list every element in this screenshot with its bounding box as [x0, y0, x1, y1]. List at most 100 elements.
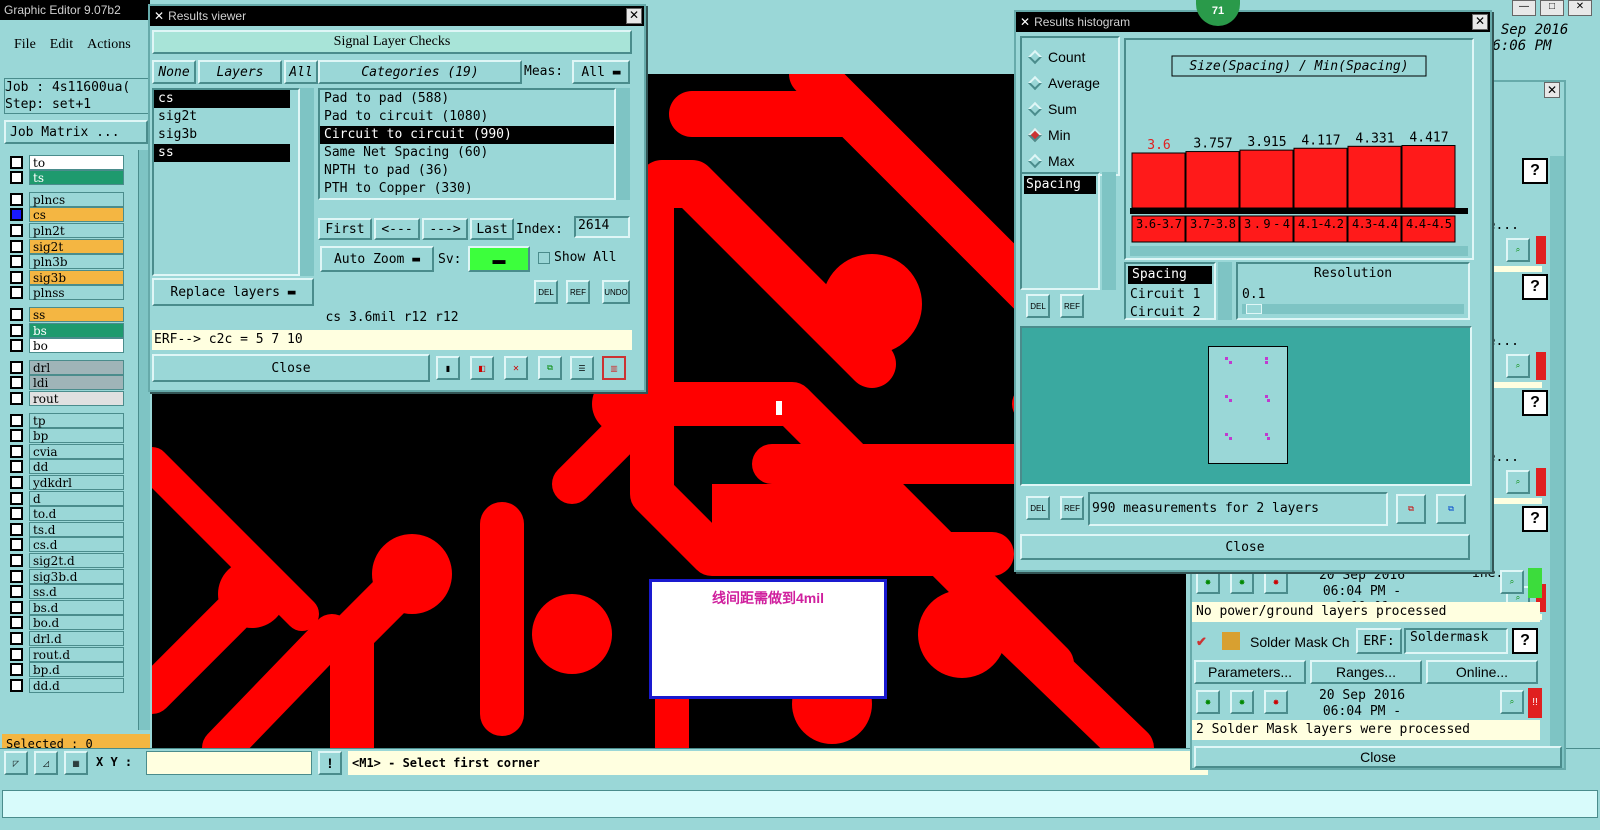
- layer-checkbox[interactable]: [10, 192, 23, 206]
- layer-name[interactable]: tp: [29, 412, 124, 428]
- measure-list[interactable]: Spacing: [1020, 172, 1100, 290]
- layer-name[interactable]: sig3b.d: [29, 568, 124, 584]
- layer-name[interactable]: bs: [29, 322, 124, 338]
- measure-tool-icon[interactable]: ◿: [34, 751, 58, 775]
- layer-row[interactable]: ydkdrl: [10, 474, 124, 490]
- category-list[interactable]: Pad to pad (588) Pad to circuit (1080) Cir…: [318, 88, 616, 200]
- report-icon[interactable]: ▮: [436, 356, 460, 380]
- layer-row[interactable]: bp.d: [10, 662, 124, 678]
- category-item[interactable]: NPTH to pad (36): [320, 162, 614, 180]
- layer-checkbox[interactable]: [10, 522, 23, 536]
- layer-row[interactable]: rout.d: [10, 646, 124, 662]
- job-matrix-button[interactable]: Job Matrix ...: [4, 120, 148, 144]
- layer-row[interactable]: to.d: [10, 506, 124, 522]
- layer-list-scrollbar[interactable]: [300, 88, 314, 276]
- radio-icon[interactable]: [1027, 75, 1043, 91]
- help-button[interactable]: ?: [1522, 274, 1548, 300]
- layer-row[interactable]: dd: [10, 459, 124, 475]
- parameters-button[interactable]: Parameters...: [1194, 660, 1306, 684]
- run-icon[interactable]: ✸: [1196, 690, 1220, 714]
- layer-checkbox[interactable]: [10, 460, 23, 474]
- resolution-slider[interactable]: [1242, 304, 1464, 314]
- layer-row[interactable]: bo.d: [10, 615, 124, 631]
- layer-checkbox[interactable]: [10, 444, 23, 458]
- stat-option-max[interactable]: Max: [1022, 148, 1118, 174]
- maximize-icon[interactable]: □: [1540, 0, 1564, 16]
- show-all-checkbox[interactable]: [538, 252, 550, 264]
- layer-name[interactable]: ldi: [29, 375, 124, 391]
- layer-name[interactable]: cs.d: [29, 537, 124, 553]
- category-item[interactable]: Same Net Spacing (60): [320, 144, 614, 162]
- layer-row[interactable]: to: [10, 154, 124, 170]
- layer-name[interactable]: dd.d: [29, 677, 124, 693]
- radio-icon[interactable]: [1027, 49, 1043, 65]
- sv-color-select[interactable]: ▬: [468, 246, 530, 272]
- layer-row[interactable]: ss.d: [10, 584, 124, 600]
- minimize-icon[interactable]: —: [1512, 0, 1536, 16]
- measure-item[interactable]: Spacing: [1024, 176, 1096, 194]
- layer-checkbox[interactable]: [10, 647, 23, 661]
- erf-value[interactable]: Soldermask: [1404, 628, 1508, 654]
- layer-checkbox[interactable]: [10, 491, 23, 505]
- zoom-tool-icon[interactable]: ◸: [4, 751, 28, 775]
- next-button[interactable]: --->: [422, 218, 468, 240]
- menu-actions[interactable]: Actions: [87, 37, 131, 53]
- category-scrollbar[interactable]: [616, 88, 630, 200]
- del-button[interactable]: DEL: [1026, 294, 1050, 318]
- menu-file[interactable]: File: [14, 37, 36, 53]
- meas-select[interactable]: All ▬: [572, 60, 630, 84]
- layer-name[interactable]: ydkdrl: [29, 474, 124, 490]
- layer-name[interactable]: ts.d: [29, 521, 124, 537]
- layer-name[interactable]: sig2t.d: [29, 552, 124, 568]
- layer-checkbox[interactable]: [10, 223, 23, 237]
- layer-checkbox[interactable]: [10, 391, 23, 405]
- run-icon[interactable]: ✸: [1230, 570, 1254, 594]
- radio-icon[interactable]: [1027, 153, 1043, 169]
- layer-name[interactable]: bp: [29, 428, 124, 444]
- layer-row[interactable]: ts.d: [10, 521, 124, 537]
- layer-row[interactable]: pln2t: [10, 222, 124, 238]
- grid-tool-icon[interactable]: ▦: [64, 751, 88, 775]
- none-button[interactable]: None: [152, 60, 196, 84]
- layer-row[interactable]: d: [10, 490, 124, 506]
- layer-checkbox[interactable]: [10, 585, 23, 599]
- stat-option-average[interactable]: Average: [1022, 70, 1118, 96]
- layer-name[interactable]: ss: [29, 306, 124, 322]
- checklist-close-button[interactable]: Close: [1194, 746, 1562, 768]
- histogram-bar[interactable]: [1401, 145, 1456, 209]
- close-icon[interactable]: ✕: [1472, 14, 1488, 30]
- layer-name[interactable]: cvia: [29, 443, 124, 459]
- layers-icon[interactable]: ⧉: [538, 356, 562, 380]
- layer-row[interactable]: cs: [10, 207, 124, 223]
- layer-row[interactable]: drl: [10, 359, 124, 375]
- layer-row[interactable]: plnss: [10, 285, 124, 301]
- layer-row[interactable]: cs.d: [10, 537, 124, 553]
- del-button[interactable]: DEL: [1026, 496, 1050, 520]
- layer-select-item[interactable]: ss: [154, 144, 290, 162]
- layer-checkbox[interactable]: [10, 631, 23, 645]
- layer-checkbox[interactable]: [10, 507, 23, 521]
- help-button[interactable]: ?: [1522, 506, 1548, 532]
- zoom-icon[interactable]: ⌕: [1500, 690, 1524, 714]
- histogram-close-button[interactable]: Close: [1020, 534, 1470, 560]
- layer-row[interactable]: cvia: [10, 443, 124, 459]
- run-icon[interactable]: ✸: [1196, 570, 1220, 594]
- categories-button[interactable]: Categories (19): [318, 60, 522, 84]
- layer-checkbox[interactable]: [10, 569, 23, 583]
- layer-checkbox[interactable]: [10, 538, 23, 552]
- layer-name[interactable]: ts: [29, 170, 124, 186]
- layer-name[interactable]: bo.d: [29, 615, 124, 631]
- ref-button[interactable]: REF: [1060, 496, 1084, 520]
- layer-checkbox[interactable]: [10, 600, 23, 614]
- run-icon[interactable]: ✸: [1264, 690, 1288, 714]
- layer-row[interactable]: rout: [10, 390, 124, 406]
- layer-name[interactable]: to: [29, 154, 124, 170]
- layer-checkbox[interactable]: [10, 270, 23, 284]
- layer-checkbox[interactable]: [10, 208, 23, 222]
- category-item[interactable]: Pad to pad (588): [320, 90, 614, 108]
- help-button[interactable]: ?: [1522, 390, 1548, 416]
- close-icon[interactable]: ✕: [1568, 0, 1592, 16]
- radio-icon[interactable]: [1027, 101, 1043, 117]
- zoom-icon[interactable]: ⌕: [1506, 354, 1530, 378]
- close-icon[interactable]: ✕: [626, 8, 642, 24]
